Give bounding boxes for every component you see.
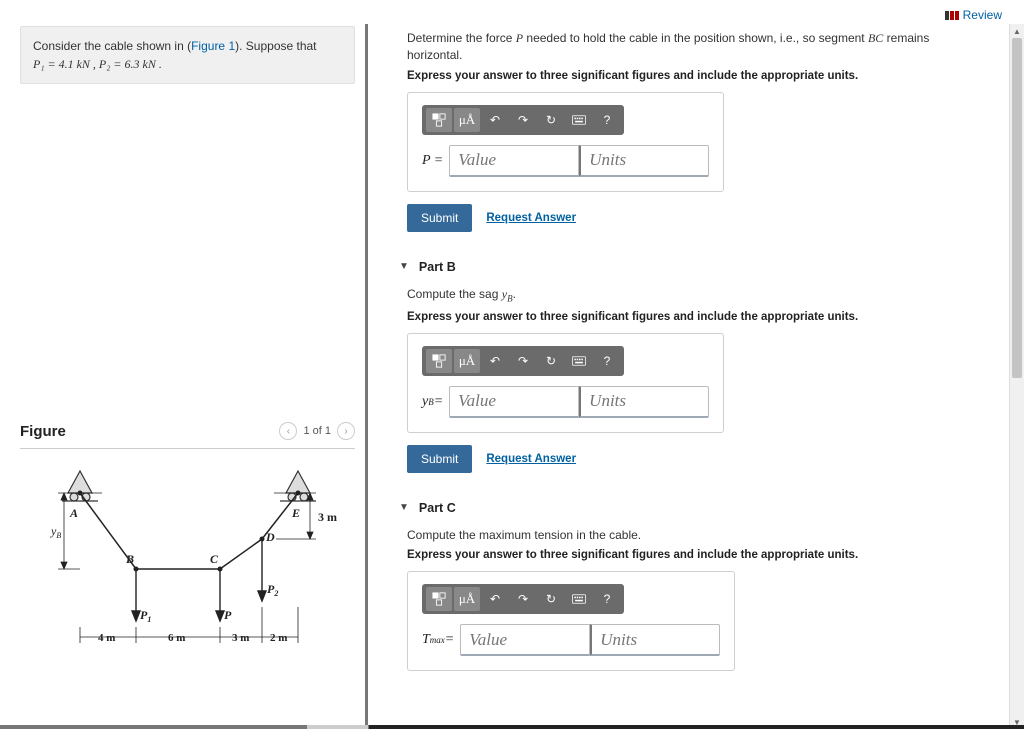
part-b-instruction: Express your answer to three significant… [407, 311, 972, 323]
part-a-description: Determine the force P needed to hold the… [407, 30, 972, 64]
scrollbar[interactable]: ▲ ▼ [1009, 24, 1024, 729]
help-icon[interactable]: ? [594, 108, 620, 132]
undo-icon[interactable]: ↶ [482, 108, 508, 132]
svg-text:P1: P1 [140, 608, 151, 624]
undo-icon[interactable]: ↶ [482, 587, 508, 611]
part-b-description: Compute the sag yB. [407, 286, 972, 305]
svg-text:2 m: 2 m [270, 632, 287, 644]
svg-text:P2: P2 [267, 582, 278, 598]
reset-icon[interactable]: ↻ [538, 349, 564, 373]
svg-text:P: P [224, 608, 232, 622]
part-b-answer-box: μÅ ↶ ↷ ↻ ? yB = [407, 333, 724, 433]
part-b-units-input[interactable] [579, 386, 709, 418]
problem-values: P₁ = 4.1 kN , P₂ = 6.3 kN . [33, 57, 162, 71]
scroll-up-icon[interactable]: ▲ [1010, 24, 1024, 38]
pager-prev[interactable]: ‹ [279, 422, 297, 440]
problem-text-pre: Consider the cable shown in ( [33, 39, 191, 53]
help-icon[interactable]: ? [594, 587, 620, 611]
chevron-down-icon: ▼ [399, 502, 409, 513]
figure-diagram: A E B C D yB 3 m P1 P P2 4 m 6 m 3 [20, 467, 355, 680]
figure-link[interactable]: Figure 1 [191, 39, 235, 53]
pager-label: 1 of 1 [303, 425, 331, 437]
part-a-units-input[interactable] [579, 145, 709, 177]
svg-text:3 m: 3 m [318, 510, 337, 524]
review-link[interactable]: Review [963, 8, 1002, 22]
svg-text:B: B [125, 552, 134, 566]
svg-text:6 m: 6 m [168, 632, 185, 644]
part-c-answer-box: μÅ ↶ ↷ ↻ ? Tmax = [407, 571, 735, 671]
part-c-instruction: Express your answer to three significant… [407, 549, 972, 561]
keyboard-icon[interactable] [566, 349, 592, 373]
svg-text:C: C [210, 552, 219, 566]
tool-template-icon[interactable] [426, 587, 452, 611]
part-b-value-input[interactable] [449, 386, 579, 418]
svg-text:A: A [69, 506, 78, 520]
part-b-request-answer-link[interactable]: Request Answer [486, 453, 576, 465]
reset-icon[interactable]: ↻ [538, 108, 564, 132]
chevron-down-icon: ▼ [399, 261, 409, 272]
part-a-value-input[interactable] [449, 145, 579, 177]
review-flag-icon [945, 11, 959, 20]
reset-icon[interactable]: ↻ [538, 587, 564, 611]
equation-toolbar: μÅ ↶ ↷ ↻ ? [422, 105, 624, 135]
undo-icon[interactable]: ↶ [482, 349, 508, 373]
part-c-units-input[interactable] [590, 624, 720, 656]
part-c-header[interactable]: ▼ Part C [399, 501, 972, 515]
tool-units-icon[interactable]: μÅ [454, 349, 480, 373]
keyboard-icon[interactable] [566, 108, 592, 132]
tool-template-icon[interactable] [426, 349, 452, 373]
part-b-submit-button[interactable]: Submit [407, 445, 472, 473]
svg-text:yB: yB [50, 524, 61, 540]
problem-statement: Consider the cable shown in (Figure 1). … [20, 26, 355, 84]
tool-units-icon[interactable]: μÅ [454, 108, 480, 132]
vertical-separator [365, 24, 368, 729]
part-a-variable: P = [422, 145, 449, 177]
svg-text:D: D [265, 530, 275, 544]
part-b-header[interactable]: ▼ Part B [399, 260, 972, 274]
part-a-answer-box: μÅ ↶ ↷ ↻ ? P = [407, 92, 724, 192]
tool-units-icon[interactable]: μÅ [454, 587, 480, 611]
part-a-submit-button[interactable]: Submit [407, 204, 472, 232]
problem-text-post: ). Suppose that [235, 39, 316, 53]
part-b-variable: yB = [422, 386, 449, 418]
redo-icon[interactable]: ↷ [510, 587, 536, 611]
svg-text:4 m: 4 m [98, 632, 115, 644]
help-icon[interactable]: ? [594, 349, 620, 373]
redo-icon[interactable]: ↷ [510, 349, 536, 373]
svg-text:E: E [291, 506, 300, 520]
part-a-instruction: Express your answer to three significant… [407, 70, 972, 82]
part-c-value-input[interactable] [460, 624, 590, 656]
equation-toolbar: μÅ ↶ ↷ ↻ ? [422, 584, 624, 614]
bottom-bar [0, 725, 1024, 729]
scroll-thumb[interactable] [1012, 38, 1022, 378]
part-c-variable: Tmax = [422, 624, 460, 656]
keyboard-icon[interactable] [566, 587, 592, 611]
equation-toolbar: μÅ ↶ ↷ ↻ ? [422, 346, 624, 376]
svg-text:3 m: 3 m [232, 632, 249, 644]
review-bar: Review [945, 8, 1002, 22]
figure-title: Figure [20, 423, 66, 440]
figure-pager: ‹ 1 of 1 › [279, 422, 355, 440]
pager-next[interactable]: › [337, 422, 355, 440]
tool-template-icon[interactable] [426, 108, 452, 132]
part-c-description: Compute the maximum tension in the cable… [407, 527, 972, 544]
redo-icon[interactable]: ↷ [510, 108, 536, 132]
part-a-request-answer-link[interactable]: Request Answer [486, 212, 576, 224]
